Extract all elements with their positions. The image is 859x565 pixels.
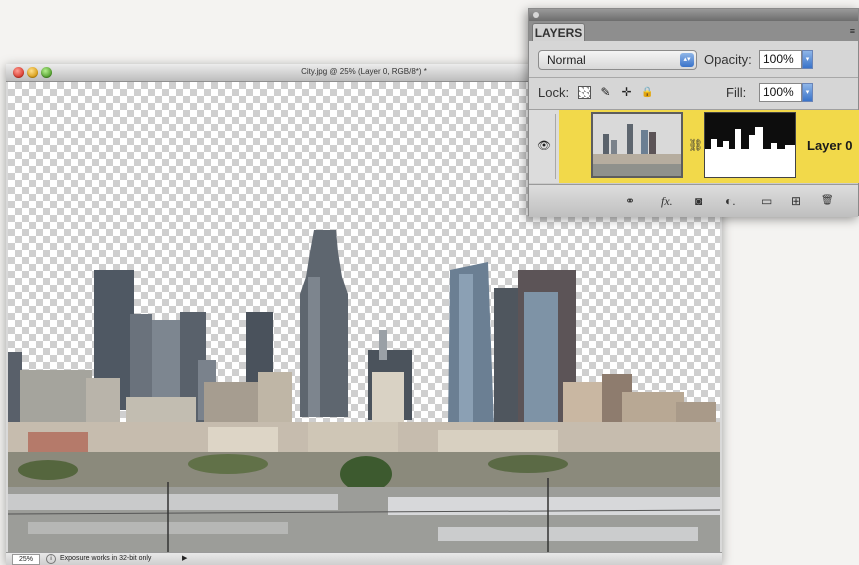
adjustment-layer-icon[interactable]: ◐.: [725, 194, 736, 208]
layer-mask-thumbnail[interactable]: [704, 112, 796, 178]
blend-mode-stepper-icon[interactable]: ▴▾: [680, 53, 694, 67]
lock-all-icon[interactable]: 🔒: [641, 86, 654, 99]
link-layers-icon[interactable]: ⚭: [625, 194, 635, 208]
zoom-level-field[interactable]: 25%: [12, 554, 40, 565]
selected-layer-highlight[interactable]: ⛓ Layer 0: [559, 110, 859, 183]
info-icon[interactable]: i: [46, 554, 56, 564]
opacity-field[interactable]: 100%: [759, 50, 802, 69]
lock-position-icon[interactable]: ✛: [620, 86, 633, 99]
status-menu-arrow-icon[interactable]: ▶: [182, 554, 187, 564]
lock-image-pixels-icon[interactable]: ✎: [599, 86, 612, 99]
opacity-dropdown-icon[interactable]: ▾: [802, 50, 813, 69]
panel-tab-row: LAYERS ≡: [529, 21, 858, 41]
blend-mode-select[interactable]: Normal ▴▾: [538, 50, 697, 70]
blend-options-row: Normal ▴▾ Opacity: 100% ▾: [529, 41, 858, 78]
layer-style-fx-icon[interactable]: fx.: [661, 194, 673, 208]
lock-row: Lock: ✎ ✛ 🔒 Fill: 100% ▾: [529, 78, 858, 110]
fill-dropdown-icon[interactable]: ▾: [802, 83, 813, 102]
fill-field[interactable]: 100%: [759, 83, 802, 102]
layers-panel-footer: ⚭ fx. ◙ ◐. ▭ ⊞ 🗑: [529, 184, 858, 217]
mask-link-icon[interactable]: ⛓: [688, 138, 703, 152]
new-layer-icon[interactable]: ⊞: [791, 194, 801, 208]
lock-label: Lock:: [538, 85, 570, 100]
add-mask-icon[interactable]: ◙: [695, 194, 702, 208]
new-group-folder-icon[interactable]: ▭: [761, 194, 772, 208]
visibility-eye-icon[interactable]: 👁: [533, 114, 556, 179]
delete-layer-trash-icon[interactable]: 🗑: [821, 194, 834, 208]
tab-layers[interactable]: LAYERS: [532, 23, 585, 41]
lock-transparent-pixels-icon[interactable]: [578, 86, 591, 99]
status-message: Exposure works in 32-bit only: [60, 555, 152, 562]
status-bar: 25% i Exposure works in 32-bit only ▶: [6, 552, 722, 565]
layer-thumbnail[interactable]: [591, 112, 683, 178]
blend-mode-value: Normal: [547, 53, 586, 67]
panel-header-bar[interactable]: [529, 9, 858, 21]
opacity-label: Opacity:: [704, 52, 752, 67]
layer-name[interactable]: Layer 0: [807, 138, 853, 153]
layers-panel: LAYERS ≡ Normal ▴▾ Opacity: 100% ▾ Lock:…: [528, 8, 859, 217]
layer-row[interactable]: 👁 ⛓ Layer 0: [529, 110, 859, 183]
panel-close-icon[interactable]: [533, 12, 539, 18]
panel-menu-icon[interactable]: ≡: [850, 26, 855, 36]
fill-label: Fill:: [726, 85, 747, 100]
